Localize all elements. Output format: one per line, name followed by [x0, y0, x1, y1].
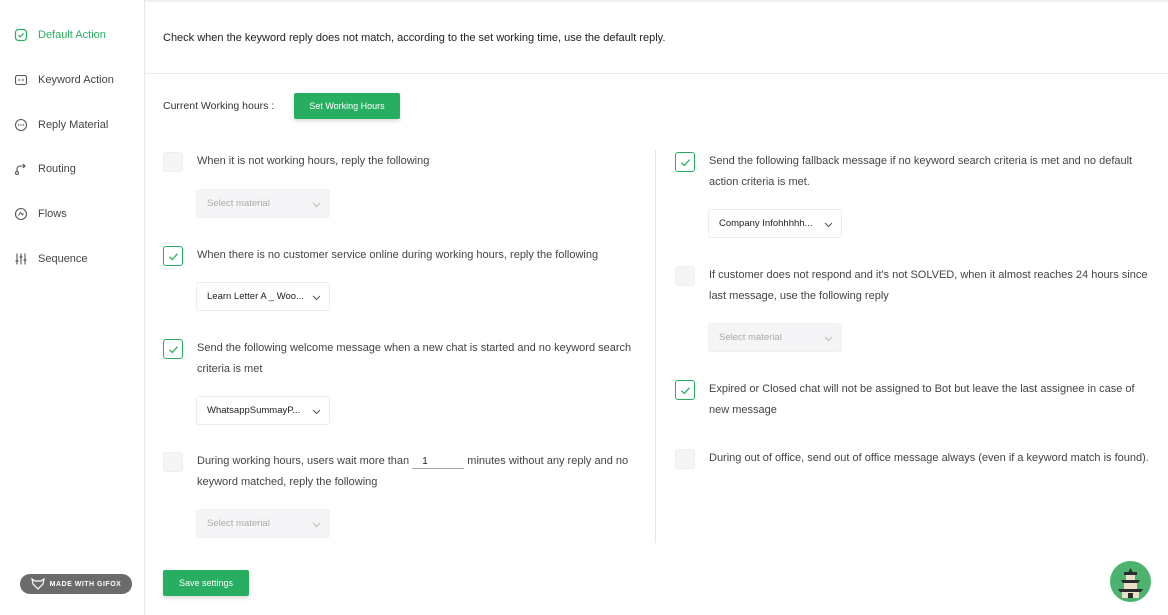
- check-icon: [681, 159, 690, 167]
- option-text: When there is no customer service online…: [197, 249, 599, 261]
- option-checkbox-24-hours-reply[interactable]: [675, 266, 695, 286]
- sidebar-item-flows[interactable]: Flows: [14, 204, 67, 224]
- option-text: During working hours, users wait more th…: [197, 451, 637, 492]
- sidebar-item-default-action[interactable]: Default Action: [14, 25, 106, 45]
- option-checkbox-out-of-office[interactable]: [675, 449, 695, 469]
- material-select[interactable]: Select material: [196, 509, 330, 538]
- chevron-down-icon: [824, 222, 833, 228]
- option-text: Send the following welcome message when …: [197, 342, 632, 375]
- gifox-badge: MADE WITH GIFOX: [20, 574, 132, 594]
- option-checkbox-not-working-hours[interactable]: [163, 152, 183, 172]
- material-select[interactable]: Learn Letter A _ Woo...: [196, 282, 330, 311]
- message-check-icon: [14, 28, 28, 42]
- option-checkbox-welcome-message[interactable]: [163, 339, 183, 359]
- material-select[interactable]: Company Infohhhhh...: [708, 209, 842, 238]
- option-text: If customer does not respond and it's no…: [709, 269, 1148, 302]
- check-icon: [169, 346, 178, 354]
- sidebar: Default Action Keyword Action Reply Mate…: [0, 0, 145, 615]
- sidebar-item-label: Reply Material: [38, 119, 109, 131]
- flows-icon: [14, 207, 28, 221]
- option-checkbox-no-service-online[interactable]: [163, 246, 183, 266]
- select-value: Select material: [207, 518, 270, 529]
- fox-icon: [30, 578, 45, 590]
- sidebar-item-reply-material[interactable]: Reply Material: [14, 115, 108, 135]
- routing-icon: [14, 162, 28, 176]
- column-divider: [655, 150, 656, 543]
- sidebar-item-label: Flows: [38, 208, 67, 220]
- pagoda-icon: [1118, 568, 1143, 598]
- material-select[interactable]: WhatsappSummayP...: [196, 396, 330, 425]
- sidebar-item-label: Keyword Action: [38, 74, 114, 86]
- sidebar-item-label: Routing: [38, 163, 76, 175]
- chevron-down-icon: [312, 409, 321, 415]
- option-checkbox-fallback-message[interactable]: [675, 152, 695, 172]
- keyword-icon: [14, 73, 28, 87]
- material-select[interactable]: Select material: [196, 189, 330, 218]
- chevron-down-icon: [824, 336, 833, 342]
- option-text: Expired or Closed chat will not be assig…: [709, 383, 1135, 416]
- chat-bot-avatar[interactable]: [1110, 561, 1151, 602]
- check-icon: [681, 387, 690, 395]
- page-description: Check when the keyword reply does not ma…: [163, 32, 666, 44]
- gifox-label: MADE WITH GIFOX: [49, 580, 122, 588]
- select-value: WhatsappSummayP...: [207, 405, 301, 416]
- wait-minutes-input[interactable]: [412, 455, 465, 469]
- option-text-before: During working hours, users wait more th…: [197, 455, 410, 467]
- sidebar-item-routing[interactable]: Routing: [14, 159, 76, 179]
- sidebar-item-sequence[interactable]: Sequence: [14, 249, 88, 269]
- select-value: Select material: [207, 198, 270, 209]
- select-value: Learn Letter A _ Woo...: [207, 291, 304, 302]
- sidebar-item-label: Default Action: [38, 29, 106, 41]
- chevron-down-icon: [312, 295, 321, 301]
- chevron-down-icon: [312, 202, 321, 208]
- page-header: Check when the keyword reply does not ma…: [145, 0, 1168, 74]
- sidebar-item-keyword-action[interactable]: Keyword Action: [14, 70, 114, 90]
- select-value: Company Infohhhhh...: [719, 218, 813, 229]
- select-value: Select material: [719, 332, 782, 343]
- option-text: During out of office, send out of office…: [709, 452, 1149, 464]
- material-select[interactable]: Select material: [708, 323, 842, 352]
- chevron-down-icon: [312, 522, 321, 528]
- check-icon: [169, 253, 178, 261]
- option-text: Send the following fallback message if n…: [709, 155, 1133, 188]
- sliders-icon: [14, 252, 28, 266]
- chat-bubble-icon: [14, 118, 28, 132]
- sidebar-item-label: Sequence: [38, 253, 88, 265]
- set-working-hours-button[interactable]: Set Working Hours: [294, 93, 400, 119]
- option-text: When it is not working hours, reply the …: [197, 155, 430, 167]
- working-hours-label: Current Working hours :: [163, 100, 275, 112]
- option-checkbox-expired-closed-chat[interactable]: [675, 380, 695, 400]
- save-settings-button[interactable]: Save settings: [163, 570, 249, 596]
- option-checkbox-wait-minutes[interactable]: [163, 452, 183, 472]
